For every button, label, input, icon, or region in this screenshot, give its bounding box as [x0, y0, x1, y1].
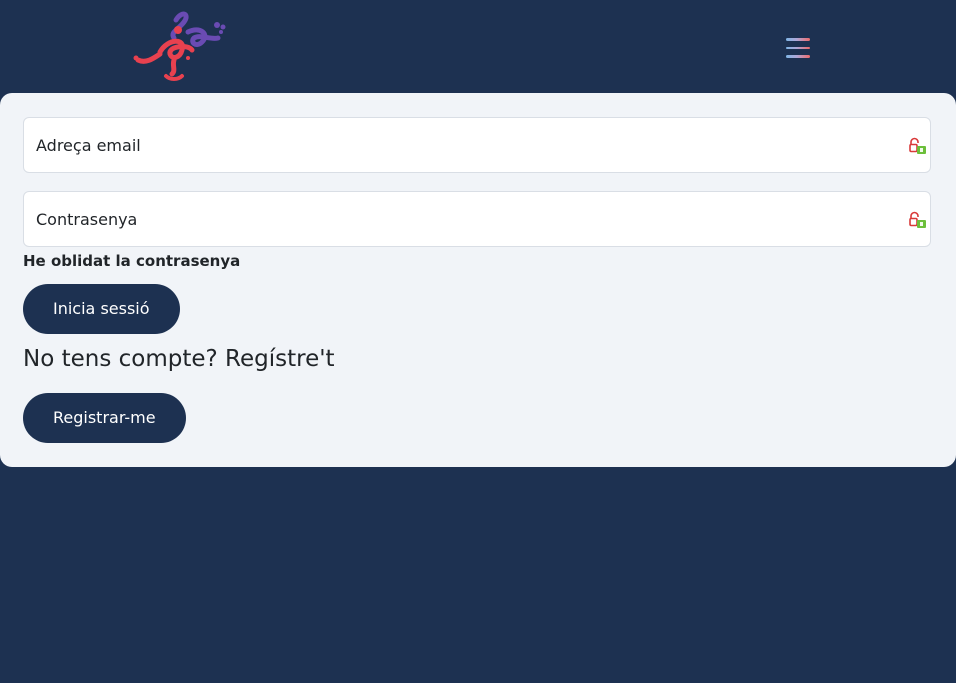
email-field-wrapper: [23, 117, 931, 173]
email-field[interactable]: [24, 118, 908, 172]
password-manager-lock-icon[interactable]: [907, 211, 927, 229]
register-heading: No tens compte? Regístre't: [23, 346, 335, 372]
password-field-wrapper: [23, 191, 931, 247]
logo-graphic: [133, 11, 226, 81]
register-button[interactable]: Registrar-me: [23, 393, 186, 443]
login-button[interactable]: Inicia sessió: [23, 284, 180, 334]
login-card: He oblidat la contrasenya Inicia sessió …: [0, 93, 956, 467]
menu-line: [786, 38, 810, 41]
password-field[interactable]: [24, 192, 908, 246]
site-header: [0, 0, 956, 93]
password-manager-lock-icon[interactable]: [907, 137, 927, 155]
menu-line: [786, 55, 810, 58]
menu-line: [786, 46, 810, 50]
logo-icon[interactable]: [130, 8, 230, 86]
hamburger-menu-icon[interactable]: [780, 30, 816, 66]
forgot-password-link[interactable]: He oblidat la contrasenya: [23, 252, 240, 270]
